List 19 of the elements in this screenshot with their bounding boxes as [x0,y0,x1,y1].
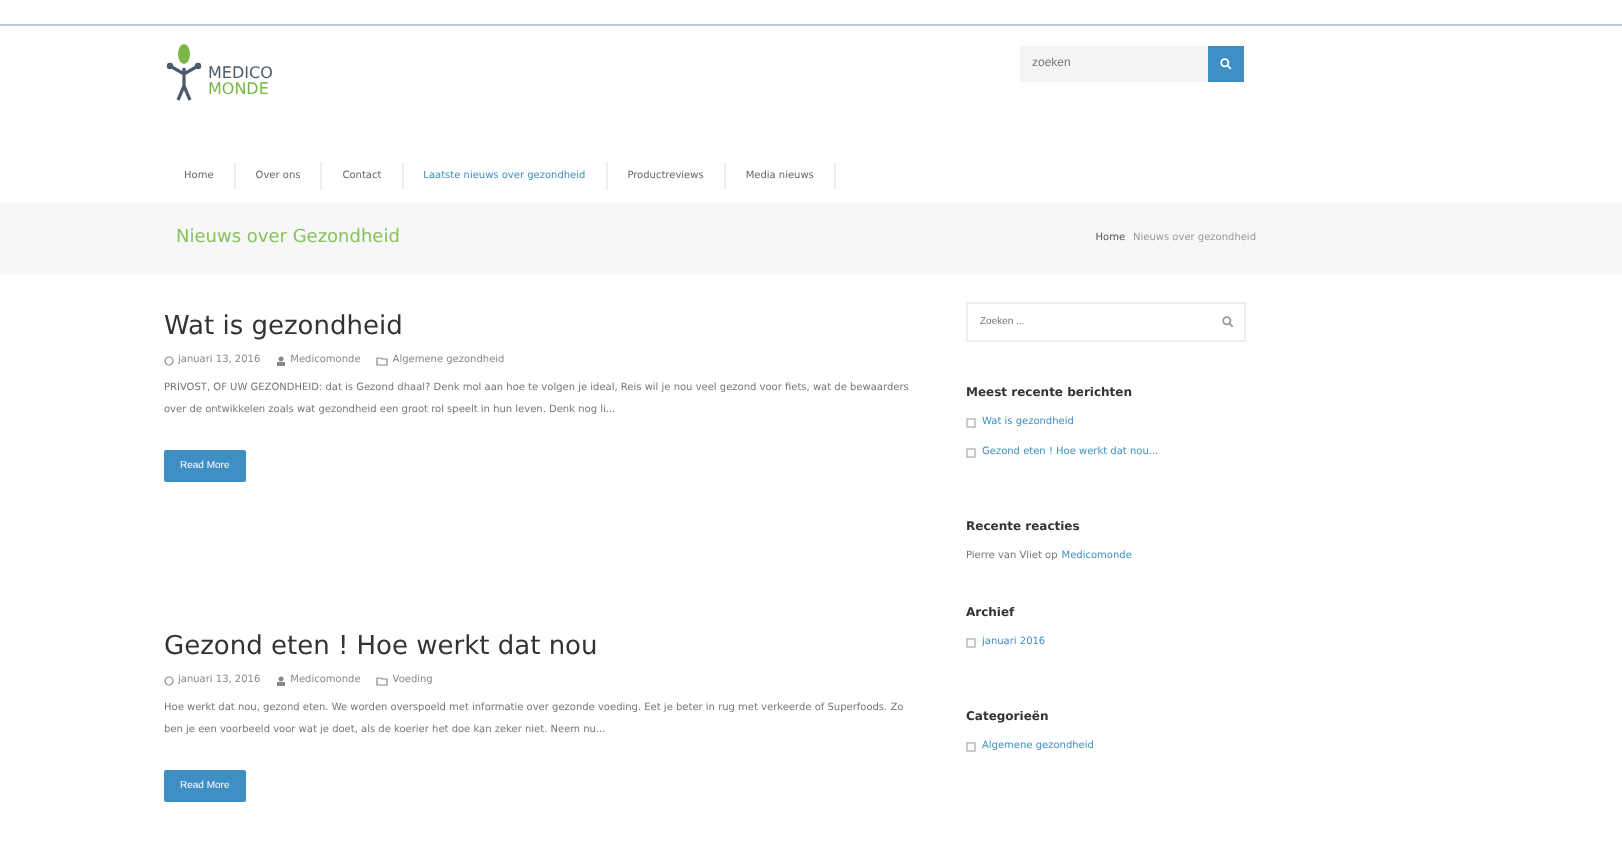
user-icon [276,355,287,365]
post-title[interactable]: Wat is gezondheid [164,312,914,342]
clock-icon [164,675,174,685]
search-icon [1222,316,1234,328]
search-button[interactable] [1208,46,1244,82]
logo-text: MEDICO [208,66,273,82]
folder-icon [376,355,389,365]
list-icon [966,447,976,457]
folder-icon [376,675,389,685]
list-icon [966,417,976,427]
search-icon [1220,58,1232,70]
list-icon [966,741,976,751]
user-icon [276,675,287,685]
post-title[interactable]: Gezond eten ! Hoe werkt dat nou [164,632,914,662]
logo-text: MONDE [208,82,271,98]
logo-icon [164,42,204,102]
list-icon [966,637,976,647]
page-title: Nieuws over Gezondheid [176,228,400,248]
clock-icon [164,355,174,365]
